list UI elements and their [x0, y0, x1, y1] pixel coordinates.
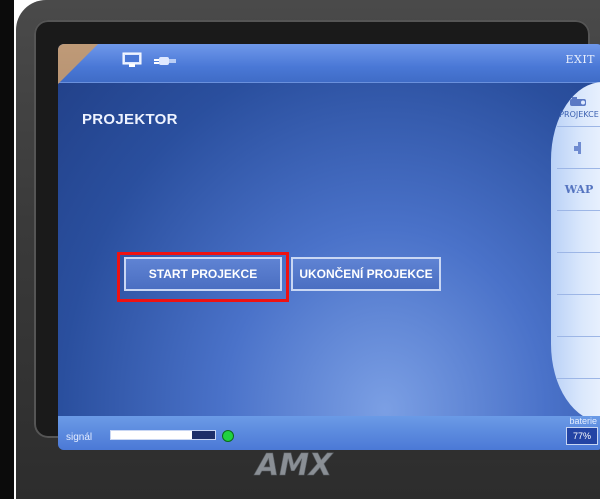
- speaker-icon: [574, 142, 581, 154]
- page-title: PROJEKTOR: [82, 111, 178, 128]
- signal-meter-fill: [111, 431, 193, 439]
- volume-menu-item[interactable]: [555, 140, 600, 158]
- touch-panel-device: EXIT PROJEKTOR PROJEKCE WAP START PROJEK…: [16, 0, 600, 499]
- page-flip-corner[interactable]: [58, 44, 98, 84]
- projector-menu-label: PROJEKCE: [559, 110, 599, 119]
- wap-menu-item[interactable]: WAP: [555, 183, 600, 196]
- touch-screen: EXIT PROJEKTOR PROJEKCE WAP START PROJEK…: [58, 44, 600, 450]
- brand-logo-text: AMX: [254, 448, 334, 483]
- signal-meter: [110, 430, 216, 440]
- projector-menu-item[interactable]: PROJEKCE: [555, 96, 600, 119]
- menu-divider: [557, 294, 600, 295]
- battery-label: baterie: [569, 416, 597, 426]
- projector-icon: [570, 97, 586, 106]
- menu-divider: [557, 336, 600, 337]
- end-projection-button[interactable]: UKONČENÍ PROJEKCE: [291, 257, 441, 291]
- battery-indicator: 77%: [566, 427, 598, 445]
- signal-status-indicator: [222, 430, 234, 442]
- highlight-frame: [117, 252, 289, 302]
- right-side-menu: PROJEKCE WAP: [551, 82, 600, 422]
- menu-divider: [557, 210, 600, 211]
- exit-button[interactable]: EXIT: [565, 53, 595, 66]
- menu-divider: [557, 126, 600, 127]
- plug-icon[interactable]: [154, 54, 176, 68]
- menu-divider: [557, 378, 600, 379]
- signal-label: signál: [66, 432, 93, 443]
- left-dark-edge: [0, 0, 14, 499]
- menu-divider: [557, 252, 600, 253]
- menu-divider: [557, 168, 600, 169]
- amx-logo: AMX: [254, 448, 335, 484]
- top-bar: EXIT: [58, 44, 600, 84]
- monitor-icon[interactable]: [122, 52, 142, 68]
- bezel: EXIT PROJEKTOR PROJEKCE WAP START PROJEK…: [34, 20, 600, 450]
